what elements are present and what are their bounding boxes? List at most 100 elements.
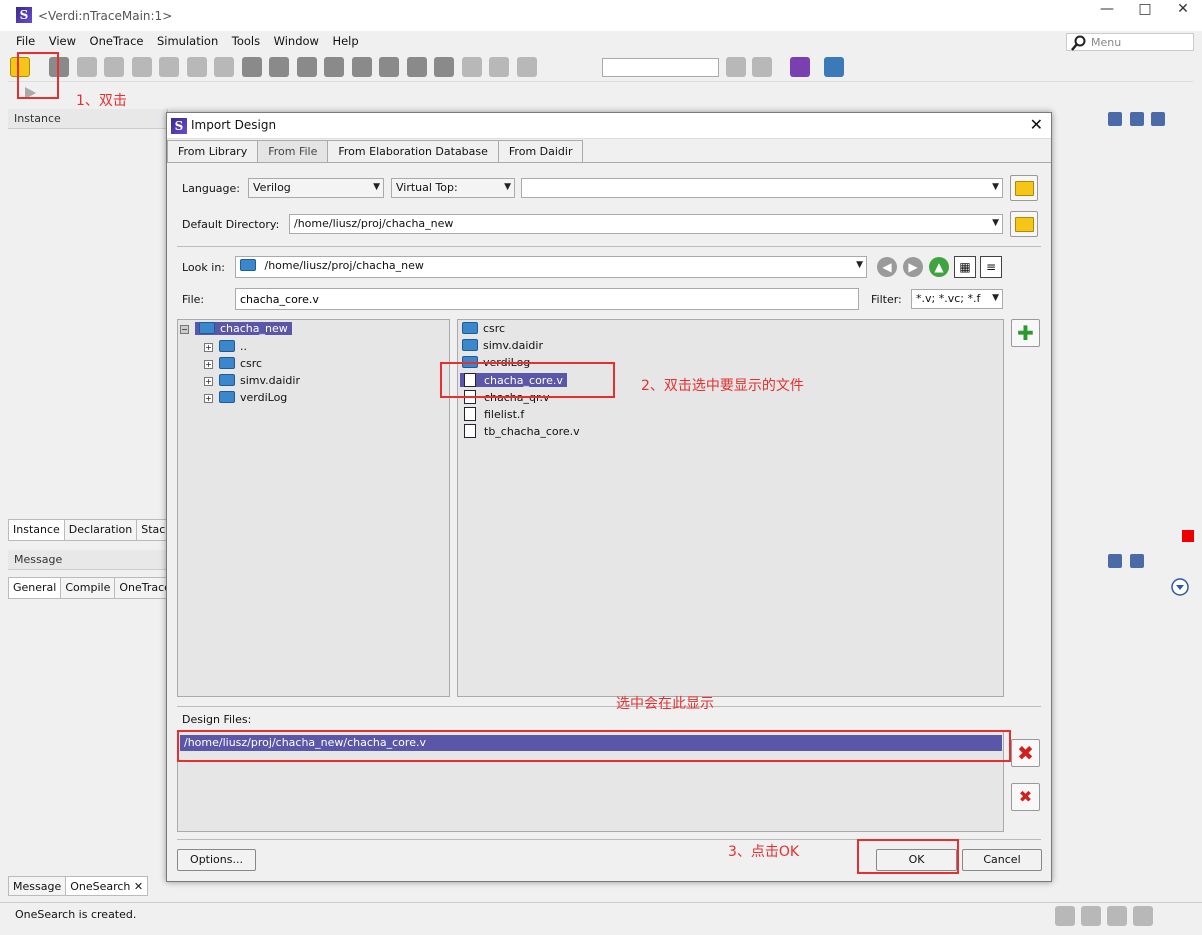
zoom-icon[interactable] [726,57,746,77]
list-item[interactable]: simv.daidir [462,339,543,356]
tree-item[interactable]: + verdiLog [204,391,287,408]
arrow-right-icon[interactable] [324,57,344,77]
chevron-down-icon: ▼ [856,260,863,270]
dialog-close-button[interactable]: ✕ [1030,115,1043,134]
browse-virtual-top-button[interactable] [1010,175,1038,201]
maximize-button[interactable]: □ [1126,0,1164,22]
expand-icon[interactable]: + [204,343,213,352]
tree-item-label: csrc [240,357,263,370]
clear-files-button[interactable]: ✖ [1011,783,1040,811]
tree-item[interactable]: +.. [204,340,247,357]
tab-instance[interactable]: Instance [8,519,65,541]
annotation-box-open [17,52,59,99]
virtual-top-select[interactable]: Virtual Top: ▼ [391,178,515,198]
default-directory-select[interactable]: /home/liusz/proj/chacha_new ▼ [289,214,1003,234]
dialog-logo-icon: S [171,118,187,134]
tab-declaration[interactable]: Declaration [63,519,138,541]
connect-icon[interactable] [461,57,482,77]
annotation-box-ok [857,839,959,874]
trace-t-icon[interactable] [241,57,262,77]
layout-icon[interactable] [1081,906,1101,926]
look-in-select[interactable]: /home/liusz/proj/chacha_new ▼ [235,256,867,278]
collapse-icon[interactable]: − [180,325,189,334]
filter-value: *.v; *.vc; *.f [916,292,981,305]
menu-tools[interactable]: Tools [232,34,260,48]
schematic-icon[interactable] [76,57,97,77]
main-title-bar: S <Verdi:nTraceMain:1> — □ ✕ [0,0,1202,31]
cancel-button[interactable]: Cancel [962,849,1042,871]
folder-icon [219,340,235,352]
annotation-step1: 1、双击 [76,93,127,109]
window-icon[interactable] [131,57,152,77]
trace-back-icon[interactable] [269,57,289,77]
browse-directory-button[interactable] [1010,211,1038,237]
up-directory-button[interactable]: ▲ [929,257,949,277]
menu-window[interactable]: Window [274,34,319,48]
document-dropdown-icon[interactable] [214,57,234,77]
forward-button[interactable]: ▶ [903,257,923,277]
tree-item[interactable]: + simv.daidir [204,374,300,391]
load-icon[interactable] [379,57,399,77]
settings-icon[interactable] [1108,112,1122,126]
tab-message[interactable]: Message [8,876,67,896]
list-item[interactable]: csrc [462,322,505,339]
tree-root-row[interactable]: − chacha_new [180,322,292,339]
tab-from-daidir[interactable]: From Daidir [497,140,584,163]
filter-dropdown-icon[interactable] [1171,578,1189,596]
export-icon[interactable] [824,57,844,77]
tab-from-file[interactable]: From File [257,140,329,163]
options-button[interactable]: Options... [177,849,256,871]
arrow-up-circle-icon[interactable] [406,57,427,77]
arrow-down-circle-icon[interactable] [434,57,454,77]
filter-select[interactable]: *.v; *.vc; *.f ▼ [911,289,1003,309]
look-in-label: Look in: [182,261,225,274]
tab-from-elaboration-database[interactable]: From Elaboration Database [327,140,499,163]
language-select[interactable]: Verilog ▼ [248,178,384,198]
file-name-input[interactable] [235,288,859,310]
remove-file-button[interactable]: ✖ [1011,739,1040,767]
tab-compile[interactable]: Compile [60,577,116,599]
upload-alt-icon[interactable] [1133,906,1153,926]
grid-icon[interactable] [516,57,537,77]
tree-item-label: verdiLog [240,391,288,404]
folder-gray-icon[interactable] [159,57,179,77]
menu-onetrace[interactable]: OneTrace [90,34,144,48]
menu-simulation[interactable]: Simulation [157,34,218,48]
connect-alt-icon[interactable] [489,57,509,77]
driver-icon[interactable] [351,57,372,77]
list-view-button[interactable]: ≡ [980,256,1002,278]
menu-search-box[interactable]: Menu [1066,33,1194,51]
expand-icon[interactable]: + [204,360,213,369]
palette-icon[interactable] [790,57,810,77]
tab-from-library[interactable]: From Library [167,140,259,163]
message-panel-title: Message [8,550,168,570]
home-icon[interactable] [1055,906,1075,926]
menu-view[interactable]: View [49,34,76,48]
toolbar-combo[interactable] [602,58,719,77]
tab-general[interactable]: General [8,577,62,599]
expand-icon[interactable]: + [204,394,213,403]
float-icon[interactable] [1129,554,1144,568]
list-item[interactable]: tb_chacha_core.v [462,424,580,441]
upload-icon[interactable] [1107,906,1127,926]
search-icon [1071,35,1086,51]
close-window-button[interactable]: ✕ [1164,0,1202,22]
tab-onesearch[interactable]: OneSearch ✕ [65,876,149,896]
zoom-fit-icon[interactable] [752,57,772,77]
menu-help[interactable]: Help [332,34,358,48]
menu-file[interactable]: File [16,34,35,48]
back-button[interactable]: ◀ [877,257,897,277]
list-item[interactable]: filelist.f [462,407,524,424]
minimize-button[interactable]: — [1088,0,1126,22]
edit-icon[interactable] [186,57,207,77]
float-icon[interactable] [1151,112,1165,126]
pin-icon[interactable] [1108,554,1122,568]
pin-icon[interactable] [1129,112,1144,126]
virtual-top-input[interactable]: ▼ [521,178,1003,198]
arrow-left-icon[interactable] [296,57,317,77]
add-file-button[interactable]: ✚ [1011,319,1040,347]
tree-item[interactable]: + csrc [204,357,262,374]
expand-icon[interactable]: + [204,377,213,386]
hierarchy-icon[interactable] [104,57,124,77]
icon-view-button[interactable]: ▦ [954,256,976,278]
